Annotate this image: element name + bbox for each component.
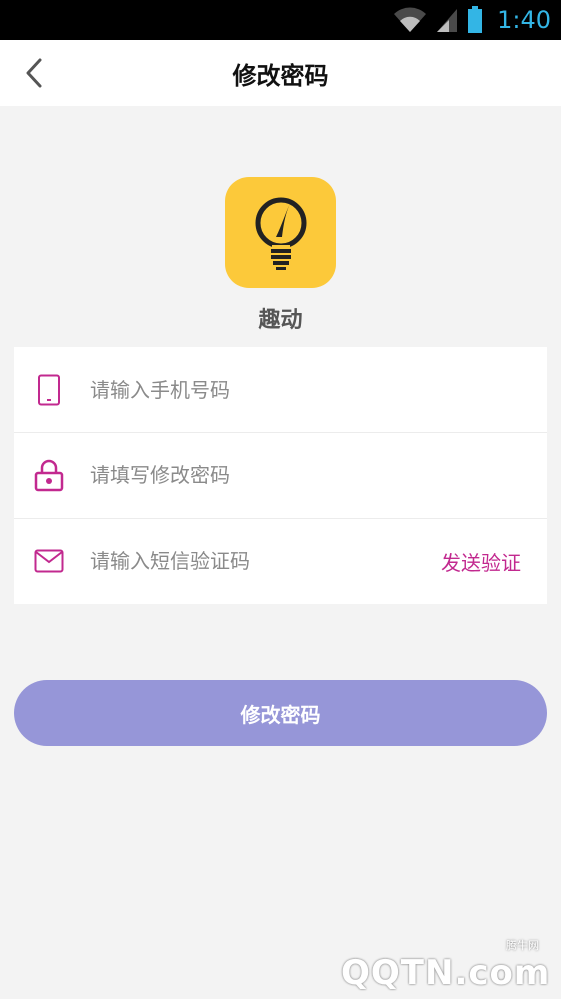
phone-row: [14, 347, 547, 432]
submit-button[interactable]: 修改密码: [14, 680, 547, 746]
battery-icon: [468, 6, 483, 33]
sms-code-input[interactable]: [90, 541, 420, 581]
password-input[interactable]: [90, 455, 420, 495]
phone-input[interactable]: [90, 369, 420, 410]
status-bar: 1:40: [0, 0, 561, 40]
code-row: 发送验证: [14, 518, 547, 603]
watermark: 腾牛网 QQTN.com: [341, 937, 551, 993]
signal-icon: [437, 9, 458, 32]
clock: 1:40: [497, 6, 551, 34]
watermark-small: 腾牛网: [506, 939, 539, 952]
watermark-logo: QQTN.com: [341, 953, 551, 993]
phone-icon: [38, 374, 60, 405]
back-icon: [26, 58, 42, 88]
password-row: [14, 432, 547, 517]
wifi-icon: [394, 7, 427, 32]
app-name: 趣动: [258, 308, 303, 333]
app-logo: [225, 177, 336, 288]
lock-icon: [34, 459, 64, 492]
password-form: 发送验证: [14, 347, 547, 604]
back-button[interactable]: [14, 53, 54, 93]
nav-bar: 修改密码: [0, 40, 561, 106]
mail-icon: [34, 549, 64, 573]
page-title: 修改密码: [232, 61, 329, 90]
send-code-button[interactable]: 发送验证: [441, 547, 521, 576]
lightbulb-icon: [255, 196, 306, 270]
